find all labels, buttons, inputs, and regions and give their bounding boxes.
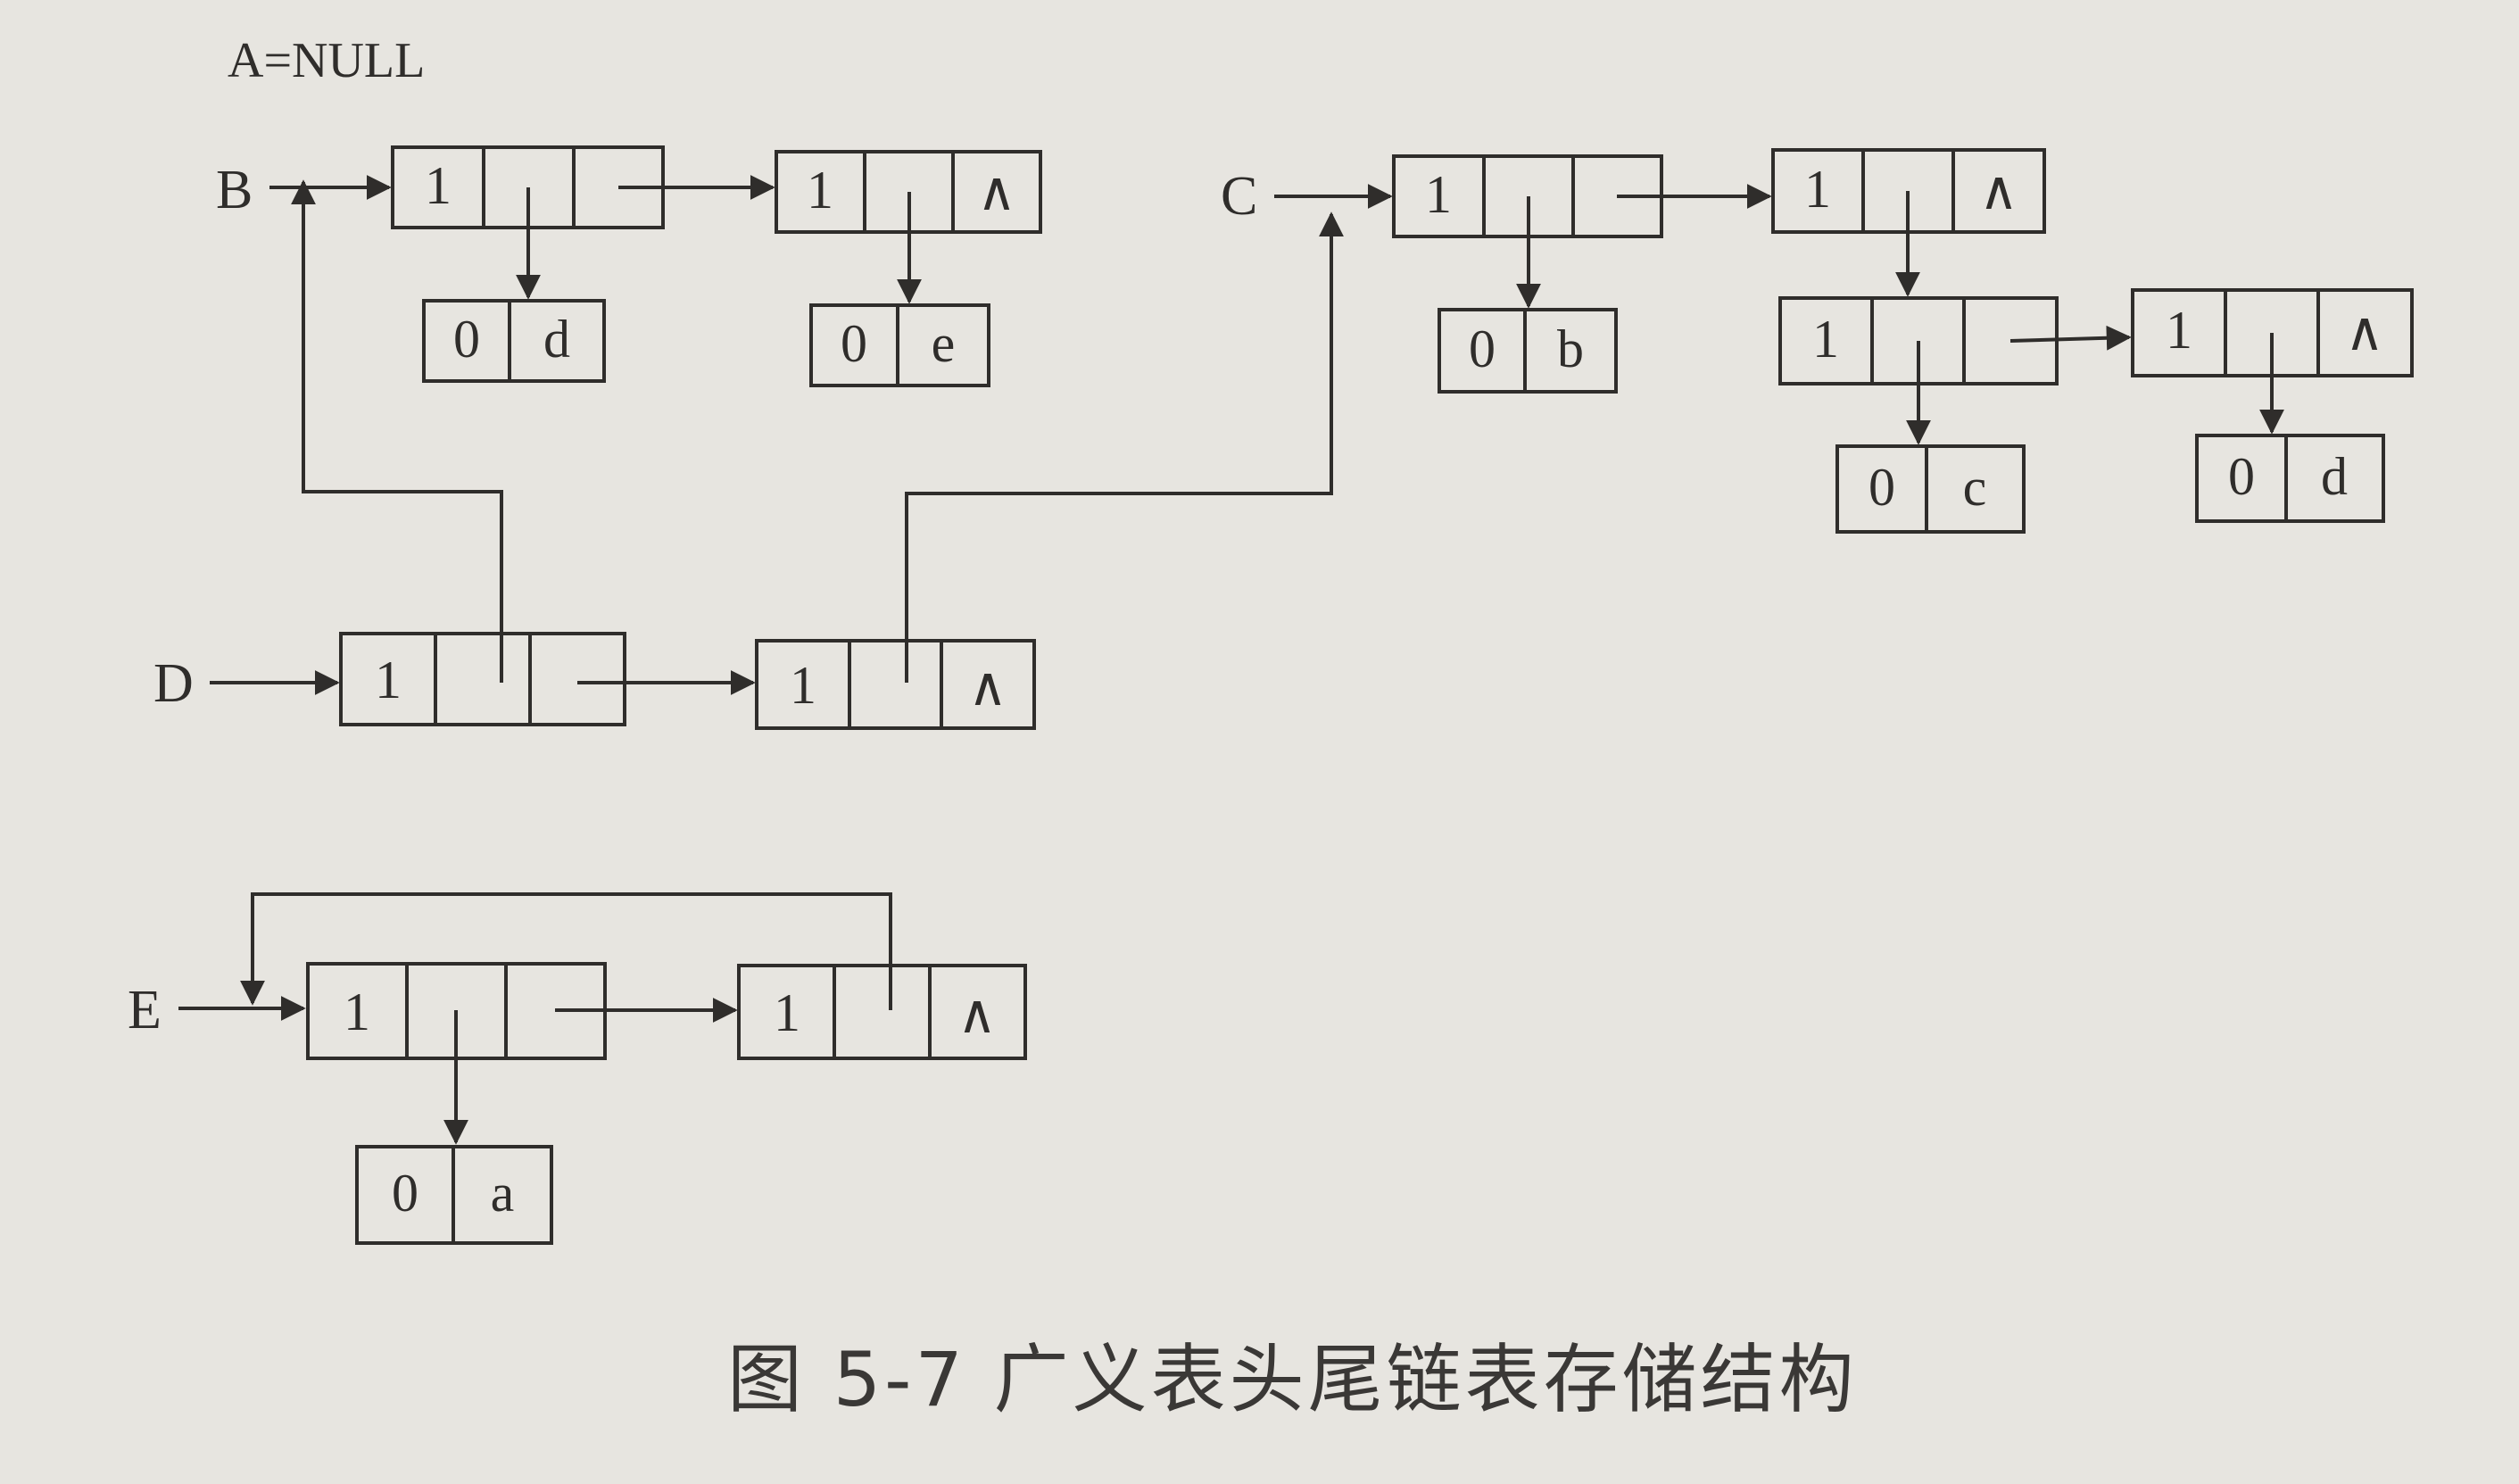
c-subnode1-tail-link [2009, 325, 2132, 351]
b-atom-d-value: d [543, 310, 570, 369]
label-c: C [1221, 166, 1257, 227]
b-atom-d: 0 d [422, 299, 606, 383]
label-b: B [216, 160, 253, 220]
c-atom-b-value: b [1557, 319, 1584, 378]
b-atom-e-value: e [932, 314, 956, 373]
d-node2-head-link-to-c [905, 211, 1344, 683]
d-node1-head-link-to-b [291, 179, 503, 683]
e-node2-tag: 1 [774, 983, 800, 1042]
e-atom-a: 0 a [355, 1145, 553, 1245]
c-atom-c: 0 c [1835, 444, 2026, 534]
b-node2-null-symbol: ∧ [977, 162, 1016, 221]
b-node1-tag: 1 [425, 156, 452, 215]
e-node1-tag: 1 [344, 982, 370, 1041]
d-node1-tag: 1 [375, 651, 402, 709]
d-list-node-2: 1 ∧ [755, 639, 1036, 730]
c-atom-d-value: d [2321, 447, 2348, 506]
c-atom-b-tag: 0 [1469, 319, 1496, 378]
a-null-annotation: A=NULL [228, 33, 425, 88]
c-atom-d: 0 d [2195, 434, 2385, 523]
c-atom-b: 0 b [1438, 308, 1618, 394]
c-node2-null-symbol: ∧ [1979, 162, 2018, 220]
label-e: E [128, 980, 162, 1040]
d-node2-null-symbol: ∧ [968, 658, 1007, 717]
c-atom-c-tag: 0 [1869, 458, 1895, 517]
c-node1-tag: 1 [1425, 165, 1452, 224]
c-subnode2-null-symbol: ∧ [2345, 303, 2384, 361]
b-node2-tag: 1 [807, 161, 833, 220]
c-subnode2-tag: 1 [2166, 301, 2192, 360]
c-atom-c-value: c [1963, 458, 1987, 517]
c-atom-d-tag: 0 [2228, 447, 2255, 506]
e-node2-null-symbol: ∧ [957, 985, 997, 1044]
c-node2-tag: 1 [1804, 160, 1831, 219]
d-node2-tag: 1 [790, 656, 816, 715]
generalized-list-diagram: A=NULL B 1 1 ∧ 0 d 0 e C 1 1 ∧ 0 b 1 1 ∧… [128, 33, 2414, 1423]
e-atom-a-tag: 0 [392, 1164, 418, 1223]
b-atom-d-tag: 0 [453, 310, 480, 369]
e-atom-a-value: a [491, 1164, 515, 1223]
figure-caption: 图 5-7 广义表头尾链表存储结构 [727, 1336, 1858, 1423]
c-subnode1-tag: 1 [1812, 310, 1839, 369]
b-atom-e-tag: 0 [841, 314, 867, 373]
d-list-node-1: 1 [339, 632, 626, 726]
e-list-node-2: 1 ∧ [737, 964, 1027, 1060]
label-d: D [153, 653, 194, 714]
b-atom-e: 0 e [809, 303, 990, 387]
